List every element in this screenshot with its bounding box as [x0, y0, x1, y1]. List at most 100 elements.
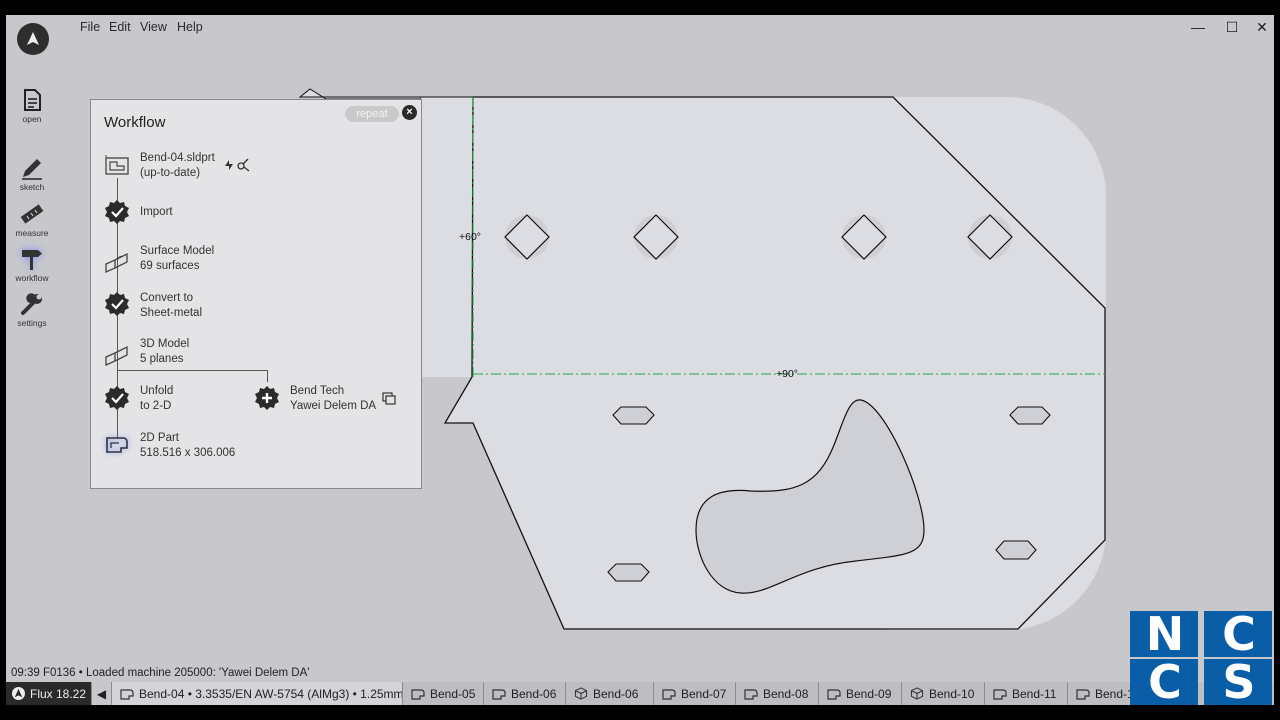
step-bend-tech[interactable]: Bend Tech Yawei Delem DA [290, 384, 376, 414]
menu-help[interactable]: Help [177, 20, 203, 34]
step-surface-count: 69 surfaces [140, 260, 200, 272]
maximize-button[interactable]: ☐ [1222, 17, 1242, 37]
rail-measure[interactable]: measure [6, 201, 58, 238]
app-logo[interactable] [17, 23, 49, 55]
doc-tab[interactable]: Bend-10 [902, 682, 985, 705]
2d-part-icon [993, 688, 1007, 700]
step-unfold-line1: Unfold [140, 385, 174, 397]
link-status-icon[interactable] [223, 158, 251, 172]
check-badge-icon[interactable] [103, 385, 131, 413]
surface-model-icon[interactable] [103, 246, 131, 274]
doc-tab-label: Bend-06 [511, 686, 557, 701]
doc-tab-label: Bend-07 [681, 686, 727, 701]
repeat-button[interactable]: repeat [345, 106, 399, 122]
step-unfold-line2: to 2-D [140, 400, 172, 412]
step-convert[interactable]: Convert to Sheet-metal [140, 291, 202, 321]
step-2d-part[interactable]: 2D Part 518.516 x 306.006 [140, 431, 235, 461]
step-import[interactable]: Import [140, 205, 173, 220]
logo-letter-s: S [1204, 655, 1272, 705]
step-file-name: Bend-04.sldprt [140, 152, 215, 164]
step-2d-dimensions: 518.516 x 306.006 [140, 447, 236, 459]
step-file-status: (up-to-date) [140, 167, 201, 179]
2d-part-icon [411, 688, 425, 700]
step-2d-label: 2D Part [140, 432, 179, 444]
close-panel-button[interactable]: × [402, 105, 417, 120]
doc-tab-label: Bend-06 [593, 686, 639, 701]
check-badge-icon[interactable] [103, 291, 131, 319]
check-badge-icon[interactable] [103, 199, 131, 227]
file-blueprint-icon[interactable] [103, 152, 131, 180]
doc-tab[interactable]: Bend-11 [985, 682, 1068, 705]
doc-tab-label: Bend-09 [846, 686, 892, 701]
bend-label-90: +90° [776, 368, 798, 380]
step-3d-model[interactable]: 3D Model 5 planes [140, 337, 189, 367]
rail-settings[interactable]: settings [6, 291, 58, 328]
doc-tab-label: Bend-1 [1095, 686, 1134, 701]
doc-tab-active-label: Bend-04 • 3.3535/EN AW-5754 (AlMg3) • 1.… [139, 686, 403, 701]
workflow-branch-drop [267, 370, 268, 382]
step-file[interactable]: Bend-04.sldprt (up-to-date) [140, 151, 215, 181]
2d-part-icon [662, 688, 676, 700]
diamond-hole-4 [967, 214, 1013, 260]
2d-part-icon[interactable] [103, 432, 131, 460]
rail-settings-label: settings [17, 318, 47, 328]
rail-open[interactable]: open [6, 87, 58, 124]
rail-open-label: open [22, 114, 42, 124]
close-window-button[interactable]: ✕ [1252, 17, 1272, 37]
bend-label-60: +60° [459, 231, 481, 243]
doc-tab[interactable]: Bend-05 [403, 682, 484, 705]
rail-sketch-label: sketch [19, 182, 45, 192]
3d-model-icon[interactable] [103, 339, 131, 367]
nccs-watermark-logo: N C C S [1130, 607, 1274, 705]
app-version-label: Flux 18.22 [30, 686, 87, 701]
document-taskbar: Flux 18.22 ◀ Bend-04 • 3.3535/EN AW-5754… [6, 682, 1274, 705]
doc-tab[interactable]: Bend-08 [736, 682, 819, 705]
step-surface-model[interactable]: Surface Model 69 surfaces [140, 244, 214, 274]
copy-icon[interactable] [382, 392, 396, 406]
rail-workflow[interactable]: workflow [6, 246, 58, 283]
doc-tab[interactable]: Bend-06 [484, 682, 566, 705]
add-badge-icon[interactable] [253, 385, 281, 413]
step-bend-label: Bend Tech [290, 385, 345, 397]
step-bend-machine: Yawei Delem DA [290, 400, 377, 412]
step-surface-label: Surface Model [140, 245, 215, 257]
doc-tab[interactable]: Bend-07 [654, 682, 736, 705]
hex-hole-2 [1009, 406, 1051, 425]
cube-icon [910, 687, 924, 700]
2d-part-icon [827, 688, 841, 700]
doc-tab-label: Bend-10 [929, 686, 975, 701]
logo-letter-c: C [1204, 607, 1272, 661]
step-3d-label: 3D Model [140, 338, 190, 350]
step-3d-planes: 5 planes [140, 353, 184, 365]
logo-icon [27, 32, 39, 45]
doc-tab-active[interactable]: Bend-04 • 3.3535/EN AW-5754 (AlMg3) • 1.… [112, 682, 403, 705]
taskbar-scroll-left[interactable]: ◀ [92, 682, 112, 705]
hex-hole-4 [995, 540, 1037, 560]
step-import-label: Import [140, 206, 173, 218]
rail-sketch[interactable]: sketch [6, 155, 58, 192]
doc-tab[interactable]: Bend-06 [566, 682, 654, 705]
2d-part-icon [744, 688, 758, 700]
step-convert-line2: Sheet-metal [140, 307, 203, 319]
hex-hole-1 [612, 406, 655, 425]
status-message: 09:39 F0136 • Loaded machine 205000: 'Ya… [11, 667, 310, 679]
hex-hole-3 [607, 563, 650, 582]
step-convert-line1: Convert to [140, 292, 194, 304]
minimize-button[interactable]: — [1188, 17, 1208, 37]
workflow-title: Workflow [104, 114, 166, 131]
signpost-icon [22, 250, 42, 270]
menu-bar: File Edit View Help — ☐ ✕ [6, 15, 1274, 41]
menu-edit[interactable]: Edit [109, 20, 131, 34]
application-window: +60° +90° File Edit View Help — ☐ ✕ open… [6, 15, 1274, 705]
step-unfold[interactable]: Unfold to 2-D [140, 384, 173, 414]
2d-part-icon [120, 688, 134, 700]
2d-part-icon [1076, 688, 1090, 700]
document-icon [24, 89, 41, 111]
menu-view[interactable]: View [140, 20, 167, 34]
app-version-tab[interactable]: Flux 18.22 [6, 682, 92, 705]
menu-file[interactable]: File [80, 20, 100, 34]
cube-icon [574, 687, 588, 700]
workflow-branch [117, 370, 267, 371]
doc-tab-label: Bend-08 [763, 686, 809, 701]
doc-tab[interactable]: Bend-09 [819, 682, 902, 705]
